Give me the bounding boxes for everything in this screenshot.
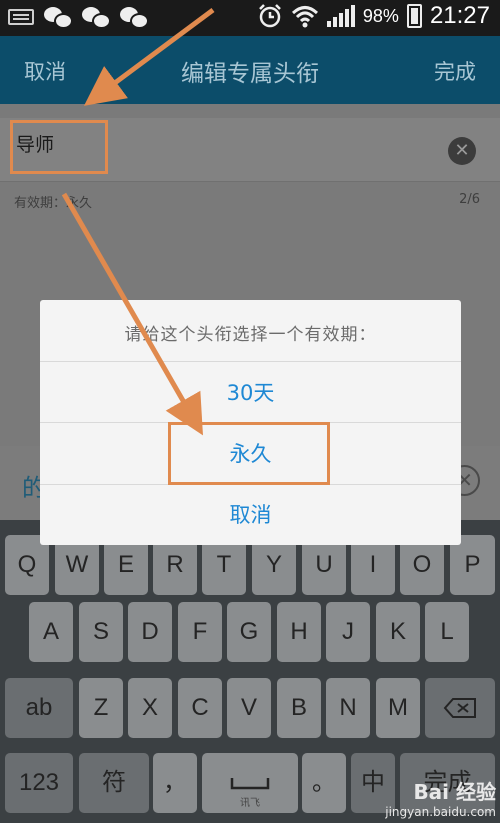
arrow-to-permanent <box>61 192 203 436</box>
baidu-jingyan-watermark: Bai 经验 jingyan.baidu.com <box>385 780 496 819</box>
annotation-arrows <box>61 7 215 436</box>
arrow-to-input <box>83 7 215 106</box>
